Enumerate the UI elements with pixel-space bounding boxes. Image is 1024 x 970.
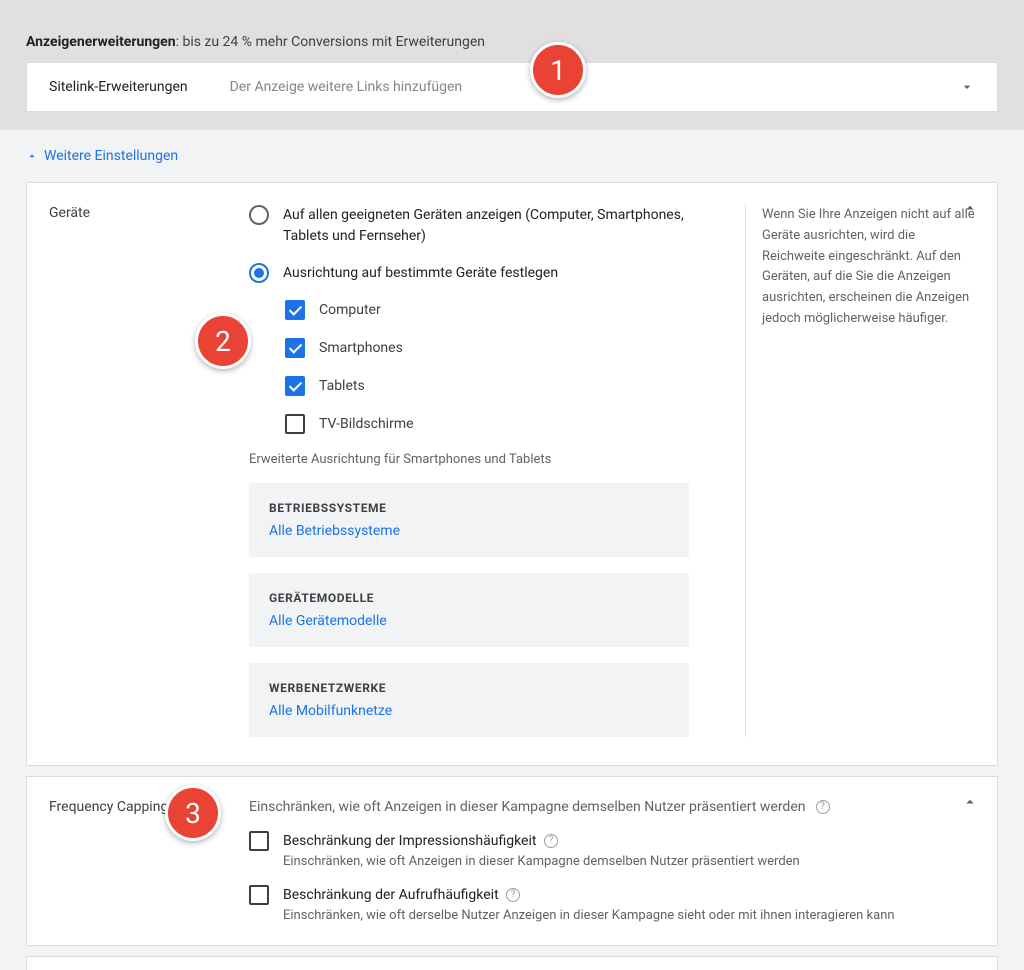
panel-os-title: BETRIEBSSYSTEME (269, 501, 669, 515)
frequency-collapse-button[interactable] (961, 793, 979, 811)
sitelink-extension-desc: Der Anzeige weitere Links hinzufügen (230, 79, 463, 95)
help-icon[interactable]: ? (506, 888, 520, 902)
ad-extensions-header: Anzeigenerweiterungen: bis zu 24 % mehr … (26, 34, 998, 50)
devices-collapse-button[interactable] (961, 199, 979, 217)
panel-model-link: Alle Gerätemodelle (269, 613, 669, 629)
checkbox-icon (285, 300, 305, 320)
frequency-desc-row: Einschränken, wie oft Anzeigen in dieser… (249, 799, 975, 815)
checkbox-icon (249, 831, 269, 851)
panel-net-link: Alle Mobilfunknetze (269, 703, 669, 719)
next-card-peek (26, 956, 998, 970)
checkbox-tv-label: TV-Bildschirme (319, 416, 414, 432)
panel-net-title: WERBENETZWERKE (269, 681, 669, 695)
devices-help-text: Wenn Sie Ihre Anzeigen nicht auf alle Ge… (745, 205, 975, 737)
checkbox-icon (285, 376, 305, 396)
ad-extensions-section: Anzeigenerweiterungen: bis zu 24 % mehr … (0, 0, 1024, 130)
more-settings-label: Weitere Einstellungen (44, 148, 178, 164)
chevron-up-icon (26, 150, 38, 162)
sitelink-extension-type: Sitelink-Erweiterungen (49, 79, 188, 95)
more-settings-toggle[interactable]: Weitere Einstellungen (0, 130, 1024, 172)
panel-operating-systems[interactable]: BETRIEBSSYSTEME Alle Betriebssysteme (249, 483, 689, 557)
annotation-badge-2: 2 (195, 313, 251, 369)
annotation-badge-3: 3 (165, 785, 221, 841)
radio-all-devices[interactable]: Auf allen geeigneten Geräten anzeigen (C… (249, 205, 745, 247)
frequency-desc: Einschränken, wie oft Anzeigen in dieser… (249, 799, 806, 815)
impression-cap-label: Beschränkung der Impressionshäufigkeit (283, 833, 536, 849)
checkbox-computer-label: Computer (319, 302, 381, 318)
view-cap-label: Beschränkung der Aufrufhäufigkeit (283, 887, 499, 903)
ad-extensions-header-bold: Anzeigenerweiterungen (26, 34, 176, 50)
advanced-targeting-note: Erweiterte Ausrichtung für Smartphones u… (249, 452, 745, 467)
panel-ad-networks[interactable]: WERBENETZWERKE Alle Mobilfunknetze (249, 663, 689, 737)
radio-all-devices-label: Auf allen geeigneten Geräten anzeigen (C… (283, 205, 713, 247)
checkbox-icon (285, 414, 305, 434)
checkbox-computer[interactable]: Computer (285, 300, 745, 320)
frequency-content: Einschränken, wie oft Anzeigen in dieser… (249, 799, 975, 923)
radio-specific-devices[interactable]: Ausrichtung auf bestimmte Geräte festleg… (249, 263, 745, 284)
checkbox-view-cap[interactable]: Beschränkung der Aufrufhäufigkeit ? Eins… (249, 885, 975, 923)
devices-title: Geräte (49, 205, 249, 737)
view-cap-sub: Einschränken, wie oft derselbe Nutzer An… (283, 908, 895, 923)
panel-os-link: Alle Betriebssysteme (269, 523, 669, 539)
devices-card: Geräte Auf allen geeigneten Geräten anze… (26, 182, 998, 766)
checkbox-smartphones-label: Smartphones (319, 340, 403, 356)
checkbox-tablets-label: Tablets (319, 378, 365, 394)
device-checkbox-group: Computer Smartphones Tablets TV-Bildschi… (285, 300, 745, 434)
annotation-badge-1: 1 (530, 42, 586, 98)
checkbox-icon (249, 885, 269, 905)
checkbox-smartphones[interactable]: Smartphones (285, 338, 745, 358)
radio-icon (249, 205, 269, 225)
checkbox-impression-cap[interactable]: Beschränkung der Impressionshäufigkeit ?… (249, 831, 975, 869)
panel-model-title: GERÄTEMODELLE (269, 591, 669, 605)
checkbox-tablets[interactable]: Tablets (285, 376, 745, 396)
radio-icon (249, 263, 269, 283)
ad-extensions-header-rest: : bis zu 24 % mehr Conversions mit Erwei… (176, 34, 485, 50)
panel-device-models[interactable]: GERÄTEMODELLE Alle Gerätemodelle (249, 573, 689, 647)
help-icon[interactable]: ? (544, 834, 558, 848)
impression-cap-sub: Einschränken, wie oft Anzeigen in dieser… (283, 854, 800, 869)
radio-specific-devices-label: Ausrichtung auf bestimmte Geräte festleg… (283, 263, 558, 284)
checkbox-icon (285, 338, 305, 358)
devices-content: Auf allen geeigneten Geräten anzeigen (C… (249, 205, 745, 737)
sitelink-extension-row[interactable]: Sitelink-Erweiterungen Der Anzeige weite… (26, 62, 998, 112)
help-icon[interactable]: ? (816, 800, 830, 814)
chevron-down-icon (959, 79, 975, 95)
checkbox-tv[interactable]: TV-Bildschirme (285, 414, 745, 434)
